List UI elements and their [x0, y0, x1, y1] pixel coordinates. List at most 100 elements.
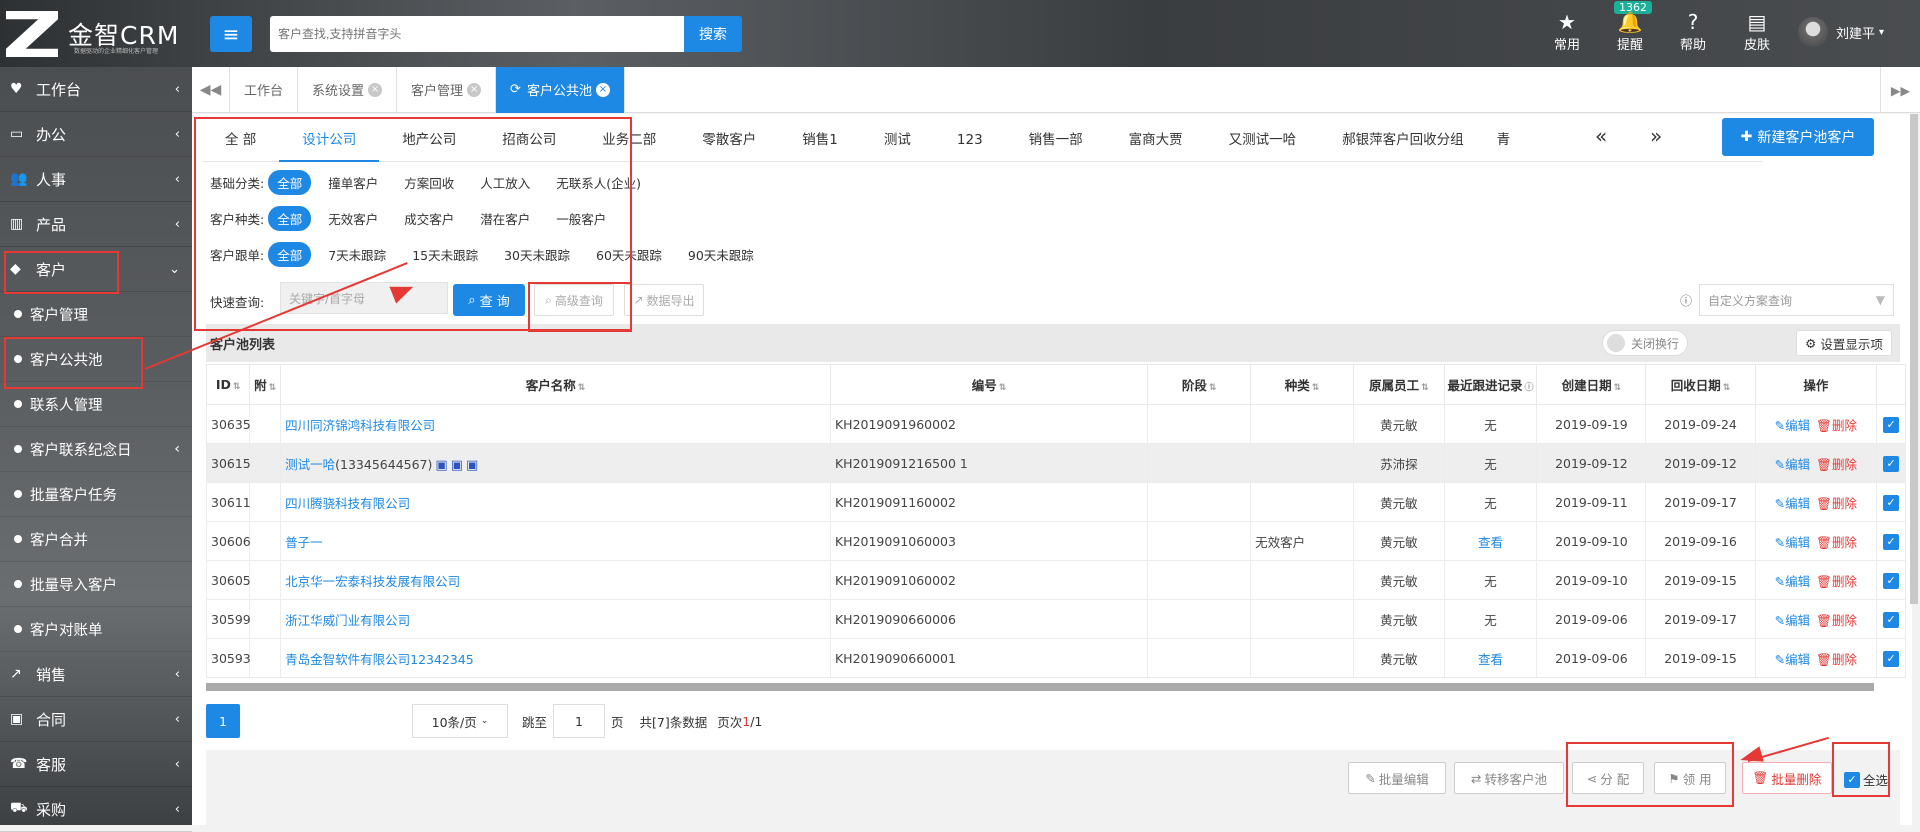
edit-link[interactable]: ✎编辑 — [1775, 457, 1811, 472]
filter-option[interactable]: 撞单客户 — [319, 170, 387, 195]
filter-option[interactable]: 人工放入 — [471, 170, 539, 195]
per-page-select[interactable]: 10条/页 ⌄ — [412, 704, 508, 738]
cell-name[interactable]: 浙江华威门业有限公司 — [280, 599, 831, 639]
category-tab-active[interactable]: 设计公司 — [279, 118, 380, 162]
delete-link[interactable]: 🗑删除 — [1816, 613, 1857, 628]
export-button[interactable]: ↗ 数据导出 — [624, 284, 704, 316]
category-prev-icon[interactable]: « — [1595, 124, 1607, 148]
sidebar-sub-batch-task[interactable]: 批量客户任务 — [0, 472, 192, 517]
advanced-query-button[interactable]: ⌕ 高级查询 — [534, 284, 614, 316]
cell-follow[interactable]: 查看 — [1443, 638, 1538, 678]
row-checkbox[interactable]: ✓ — [1883, 533, 1900, 550]
sidebar-item-contract[interactable]: ▣ 合同 ‹ — [0, 697, 192, 742]
category-tab[interactable]: 123 — [934, 118, 1006, 162]
cell-follow[interactable]: 查看 — [1443, 521, 1538, 561]
filter-option[interactable]: 全部 — [268, 242, 312, 267]
row-checkbox[interactable]: ✓ — [1883, 572, 1900, 589]
display-settings-button[interactable]: ⚙ 设置显示项 — [1796, 330, 1892, 356]
col-attach[interactable]: 附 ⇅ — [249, 364, 282, 405]
col-stage[interactable]: 阶段 ⇅ — [1147, 364, 1252, 405]
sidebar-sub-contacts[interactable]: 联系人管理 — [0, 382, 192, 427]
tab-workbench[interactable]: 工作台 — [230, 66, 299, 113]
category-tab[interactable]: 销售1 — [779, 118, 861, 162]
col-created[interactable]: 创建日期 ⇅ — [1536, 364, 1647, 405]
cell-select[interactable]: ✓ — [1876, 443, 1906, 483]
cell-select[interactable]: ✓ — [1876, 482, 1906, 522]
row-checkbox[interactable]: ✓ — [1883, 650, 1900, 667]
table-row[interactable]: 30599 浙江华威门业有限公司 KH2019090660006 黄元敏无 2019-0… — [205, 599, 1906, 639]
category-tab[interactable]: 地产公司 — [379, 118, 479, 162]
cell-select[interactable]: ✓ — [1876, 599, 1906, 639]
delete-link[interactable]: 🗑删除 — [1816, 574, 1857, 589]
reminder-button[interactable]: 🔔 提醒 — [1603, 10, 1657, 53]
filter-option[interactable]: 方案回收 — [395, 170, 463, 195]
sidebar-item-service[interactable]: ☎ 客服 ‹ — [0, 742, 192, 787]
sidebar-item-sales[interactable]: ↗ 销售 ‹ — [0, 652, 192, 697]
cell-select[interactable]: ✓ — [1876, 521, 1906, 561]
row-checkbox[interactable]: ✓ — [1883, 416, 1900, 433]
sidebar-item-workbench[interactable]: ♥ 工作台 ‹ — [0, 67, 192, 112]
delete-link[interactable]: 🗑删除 — [1816, 496, 1857, 511]
search-button[interactable]: 搜索 — [684, 16, 742, 52]
customer-name-link[interactable]: 测试一哈 — [285, 457, 335, 472]
category-next-icon[interactable]: » — [1650, 124, 1662, 148]
customer-name-link[interactable]: 青岛金智软件有限公司12342345 — [285, 652, 474, 667]
cell-name[interactable]: 青岛金智软件有限公司12342345 — [280, 638, 831, 678]
filter-option[interactable]: 全部 — [268, 206, 312, 231]
sidebar-sub-anniversary[interactable]: 客户联系纪念日 ‹ — [0, 427, 192, 472]
category-tab[interactable]: 富商大贾 — [1106, 118, 1206, 162]
claim-button[interactable]: ⚑ 领 用 — [1654, 762, 1726, 794]
delete-link[interactable]: 🗑删除 — [1816, 418, 1857, 433]
row-checkbox[interactable]: ✓ — [1883, 611, 1900, 628]
filter-option[interactable]: 60天未跟踪 — [587, 242, 671, 267]
tabs-scroll-right-button[interactable]: ▶▶ — [1880, 67, 1920, 113]
skin-button[interactable]: ▤ 皮肤 — [1730, 10, 1784, 53]
sidebar-item-purchase[interactable]: ⛟ 采购 ‹ — [0, 787, 192, 832]
batch-edit-button[interactable]: ✎ 批量编辑 — [1348, 762, 1446, 794]
horizontal-scrollbar[interactable] — [206, 683, 1874, 691]
category-tab[interactable]: 青 — [1487, 118, 1521, 162]
filter-option[interactable]: 90天未跟踪 — [679, 242, 763, 267]
sidebar-sub-merge[interactable]: 客户合并 — [0, 517, 192, 562]
col-type[interactable]: 种类 ⇅ — [1250, 364, 1355, 405]
filter-option[interactable]: 15天未跟踪 — [403, 242, 487, 267]
sidebar-sub-import[interactable]: 批量导入客户 — [0, 562, 192, 607]
tab-system-settings[interactable]: 系统设置 × — [298, 66, 398, 113]
custom-scheme-select[interactable]: 自定义方案查询 ▼ — [1699, 284, 1894, 316]
row-checkbox[interactable]: ✓ — [1883, 494, 1900, 511]
customer-search-input[interactable] — [270, 16, 685, 52]
col-code[interactable]: 编号 ⇅ — [829, 364, 1149, 405]
paw-icon[interactable]: ▣ — [435, 458, 447, 473]
filter-option[interactable]: 无联系人(企业) — [547, 170, 650, 195]
table-row[interactable]: 30593 青岛金智软件有限公司12342345 KH2019090660001 黄元… — [205, 638, 1906, 678]
col-staff[interactable]: 原属员工 ⇅ — [1353, 364, 1445, 405]
table-row[interactable]: 30615 测试一哈(13345644567) ▣ ▣ ▣ KH2019091216500… — [205, 443, 1906, 483]
close-icon[interactable]: × — [467, 82, 482, 97]
close-icon[interactable]: × — [368, 82, 383, 97]
delete-link[interactable]: 🗑删除 — [1816, 535, 1857, 550]
table-row[interactable]: 30605 北京华一宏泰科技发展有限公司 KH2019091060002 黄元敏无 20… — [205, 560, 1906, 600]
mail-icon[interactable]: ▣ — [466, 458, 478, 473]
delete-link[interactable]: 🗑删除 — [1816, 457, 1857, 472]
col-recycled[interactable]: 回收日期 ⇅ — [1645, 364, 1756, 405]
cell-name[interactable]: 北京华一宏泰科技发展有限公司 — [280, 560, 831, 600]
edit-link[interactable]: ✎编辑 — [1775, 613, 1811, 628]
select-all-checkbox[interactable]: ✓ 全选 — [1844, 770, 1888, 789]
edit-link[interactable]: ✎编辑 — [1775, 574, 1811, 589]
close-icon[interactable]: × — [595, 82, 610, 97]
sidebar-sub-customer-manage[interactable]: 客户管理 — [0, 292, 192, 337]
transfer-icon[interactable]: ▣ — [451, 458, 463, 473]
tab-customer-pool[interactable]: ⟳ 客户公共池 × — [496, 66, 625, 113]
customer-name-link[interactable]: 北京华一宏泰科技发展有限公司 — [285, 574, 460, 589]
category-tab[interactable]: 郝银萍客户回收分组 — [1319, 118, 1487, 162]
filter-option[interactable]: 全部 — [268, 170, 312, 195]
page-button[interactable]: 1 — [206, 704, 240, 738]
cell-select[interactable]: ✓ — [1876, 560, 1906, 600]
edit-link[interactable]: ✎编辑 — [1775, 652, 1811, 667]
menu-toggle-button[interactable]: ≡ — [210, 16, 252, 52]
category-tab[interactable]: 招商公司 — [479, 118, 579, 162]
cell-name[interactable]: 四川同济锦鸿科技有限公司 — [280, 404, 831, 444]
quick-search-input[interactable]: 关键字/首字母 — [280, 282, 448, 314]
customer-name-link[interactable]: 四川腾骁科技有限公司 — [285, 496, 410, 511]
category-tab[interactable]: 测试 — [861, 118, 934, 162]
